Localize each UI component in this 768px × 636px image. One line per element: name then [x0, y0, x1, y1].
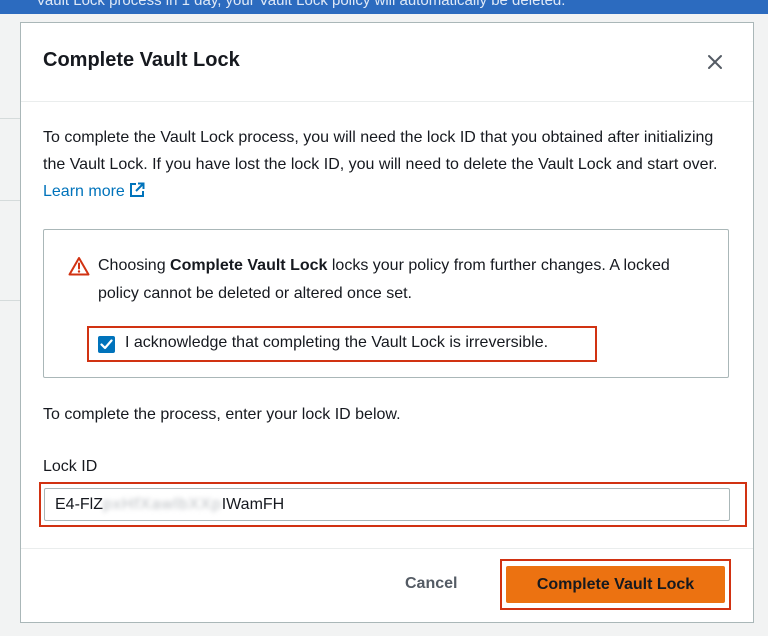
warning-icon: [68, 257, 90, 276]
background-banner: Vault Lock process in 1 day, your Vault …: [0, 0, 768, 14]
submit-highlight: Complete Vault Lock: [500, 559, 731, 610]
close-icon: [708, 55, 722, 69]
lock-id-value-redacted: pxHfXawlbXXp: [103, 496, 222, 513]
cancel-button[interactable]: Cancel: [397, 575, 465, 593]
dialog-title: Complete Vault Lock: [43, 49, 240, 71]
background-left-strip: [0, 14, 20, 636]
learn-more-link[interactable]: Learn more: [43, 182, 145, 200]
acknowledge-highlight: I acknowledge that completing the Vault …: [87, 326, 597, 362]
background-divider: [0, 200, 20, 201]
background-right-strip: [754, 14, 768, 636]
checkmark-icon: [100, 339, 113, 350]
process-instruction: To complete the process, enter your lock…: [43, 406, 401, 423]
acknowledge-label[interactable]: I acknowledge that completing the Vault …: [125, 334, 548, 352]
lock-id-highlight: E4-FlZ pxHfXawlbXXp IWamFH: [39, 482, 747, 527]
external-link-icon: [129, 182, 145, 197]
learn-more-label: Learn more: [43, 183, 125, 200]
warning-alert: Choosing Complete Vault Lock locks your …: [43, 229, 729, 378]
warning-bold: Complete Vault Lock: [170, 257, 328, 274]
lock-id-input[interactable]: E4-FlZ pxHfXawlbXXp IWamFH: [44, 488, 730, 521]
warning-prefix: Choosing: [98, 257, 171, 274]
background-divider: [0, 118, 20, 119]
acknowledge-checkbox[interactable]: [98, 336, 115, 353]
background-banner-text: Vault Lock process in 1 day, your Vault …: [36, 0, 566, 9]
background-divider: [0, 300, 20, 301]
dialog-footer: Cancel Complete Vault Lock: [21, 548, 753, 622]
description-text: To complete the Vault Lock process, you …: [43, 129, 718, 173]
dialog-description: To complete the Vault Lock process, you …: [43, 124, 733, 205]
warning-message: Choosing Complete Vault Lock locks your …: [98, 252, 698, 308]
lock-id-label: Lock ID: [43, 458, 98, 475]
close-button[interactable]: [703, 50, 727, 74]
complete-vault-lock-dialog: Complete Vault Lock To complete the Vaul…: [20, 22, 754, 623]
lock-id-value-start: E4-FlZ: [55, 496, 103, 513]
dialog-header: Complete Vault Lock: [21, 23, 753, 102]
lock-id-value-end: IWamFH: [221, 496, 285, 513]
complete-vault-lock-button[interactable]: Complete Vault Lock: [506, 566, 725, 603]
